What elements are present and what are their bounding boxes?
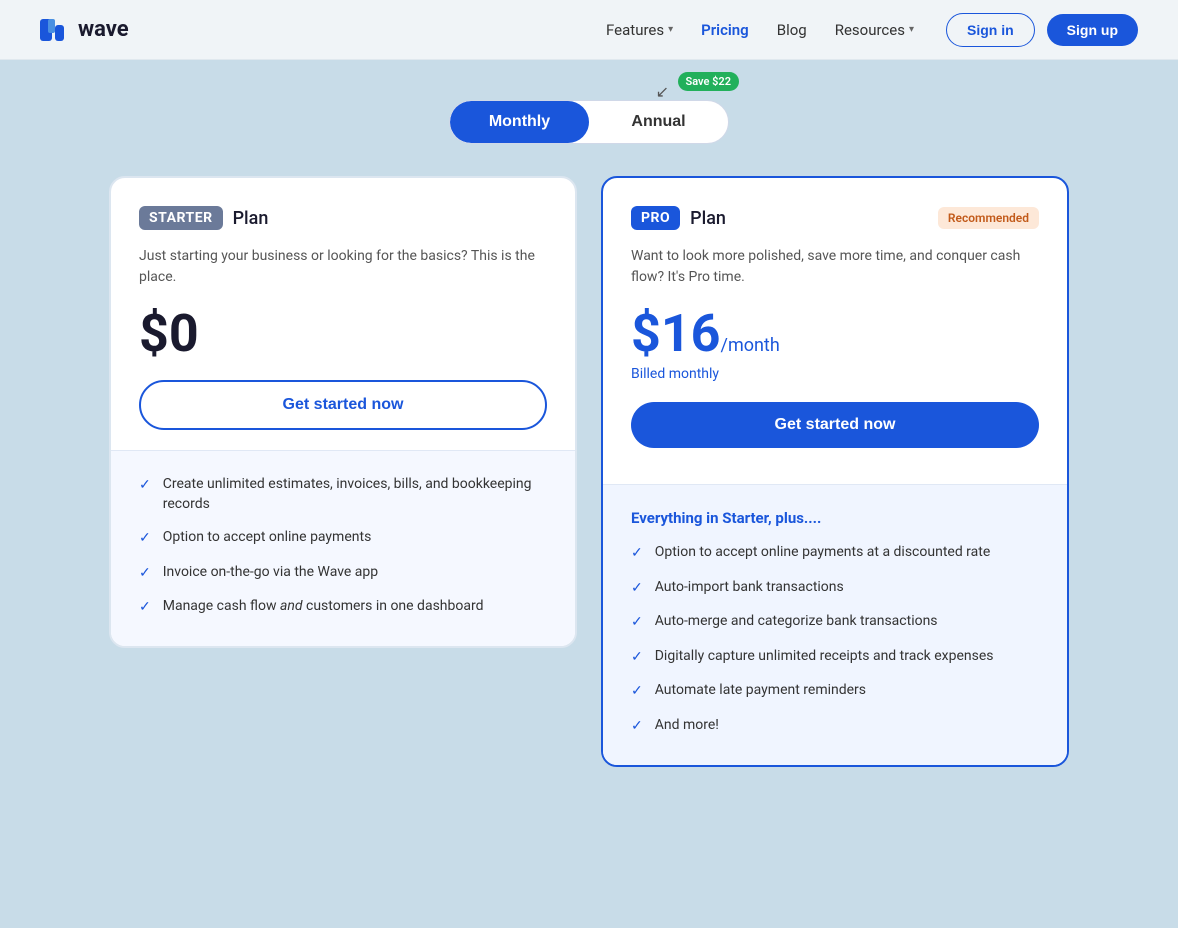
pro-plan-name: Plan [690,208,726,229]
pro-card-top: PRO Plan Recommended Want to look more p… [603,178,1067,484]
pro-plan-card: PRO Plan Recommended Want to look more p… [601,176,1069,767]
list-item: ✓ Option to accept online payments [139,528,547,549]
list-item: ✓ Auto-merge and categorize bank transac… [631,612,1039,633]
annual-toggle-button[interactable]: Annual [589,101,728,143]
pro-price: $16/month [631,303,780,364]
pro-billing-label: Billed monthly [631,366,1039,382]
list-item: ✓ Digitally capture unlimited receipts a… [631,647,1039,668]
check-icon: ✓ [631,579,643,599]
nav-blog[interactable]: Blog [777,21,807,39]
list-item: ✓ Manage cash flow and customers in one … [139,597,547,618]
pro-description: Want to look more polished, save more ti… [631,246,1039,288]
logo-text: wave [78,17,129,42]
pro-badge: PRO [631,206,680,230]
signup-button[interactable]: Sign up [1047,14,1138,46]
pro-card-bottom: Everything in Starter, plus.... ✓ Option… [603,484,1067,765]
chevron-down-icon: ▾ [909,24,914,35]
wave-logo-icon [40,19,70,41]
check-icon: ✓ [139,598,151,618]
save-badge: Save $22 [678,72,740,91]
list-item: ✓ And more! [631,716,1039,737]
check-icon: ✓ [139,529,151,549]
starter-plan-card: STARTER Plan Just starting your business… [109,176,577,648]
starter-price: $0 [139,303,199,364]
check-icon: ✓ [631,682,643,702]
starter-price-block: $0 [139,308,547,360]
logo[interactable]: wave [40,17,129,42]
nav-resources[interactable]: Resources ▾ [835,21,914,39]
billing-toggle-wrapper: Save $22 ↙ Monthly Annual [449,100,729,144]
pro-feature-list: ✓ Option to accept online payments at a … [631,543,1039,737]
list-item: ✓ Option to accept online payments at a … [631,543,1039,564]
pro-plan-header: PRO Plan Recommended [631,206,1039,230]
billing-toggle: Monthly Annual [449,100,729,144]
main-nav: Features ▾ Pricing Blog Resources ▾ [606,21,914,39]
starter-badge: STARTER [139,206,223,230]
pro-price-block: $16/month Billed monthly [631,308,1039,382]
starter-cta-button[interactable]: Get started now [139,380,547,430]
recommended-badge: Recommended [938,207,1039,229]
starter-feature-list: ✓ Create unlimited estimates, invoices, … [139,475,547,618]
list-item: ✓ Automate late payment reminders [631,681,1039,702]
main-content: Save $22 ↙ Monthly Annual STARTER Plan J… [0,60,1178,827]
save-arrow-icon: ↙ [656,82,669,101]
chevron-down-icon: ▾ [668,24,673,35]
pro-features-title: Everything in Starter, plus.... [631,509,1039,527]
list-item: ✓ Invoice on-the-go via the Wave app [139,563,547,584]
check-icon: ✓ [631,717,643,737]
pricing-cards: STARTER Plan Just starting your business… [109,176,1069,767]
nav-features[interactable]: Features ▾ [606,21,673,39]
starter-plan-header: STARTER Plan [139,206,547,230]
header: wave Features ▾ Pricing Blog Resources ▾… [0,0,1178,60]
monthly-toggle-button[interactable]: Monthly [450,101,589,143]
nav-pricing[interactable]: Pricing [701,21,749,39]
starter-card-bottom: ✓ Create unlimited estimates, invoices, … [111,450,575,646]
pro-price-per: /month [721,335,780,356]
starter-plan-name: Plan [233,208,269,229]
starter-card-top: STARTER Plan Just starting your business… [111,178,575,450]
check-icon: ✓ [139,564,151,584]
list-item: ✓ Create unlimited estimates, invoices, … [139,475,547,514]
starter-description: Just starting your business or looking f… [139,246,547,288]
pro-cta-button[interactable]: Get started now [631,402,1039,448]
check-icon: ✓ [631,544,643,564]
check-icon: ✓ [139,476,151,496]
check-icon: ✓ [631,613,643,633]
header-buttons: Sign in Sign up [946,13,1138,47]
list-item: ✓ Auto-import bank transactions [631,578,1039,599]
signin-button[interactable]: Sign in [946,13,1035,47]
check-icon: ✓ [631,648,643,668]
